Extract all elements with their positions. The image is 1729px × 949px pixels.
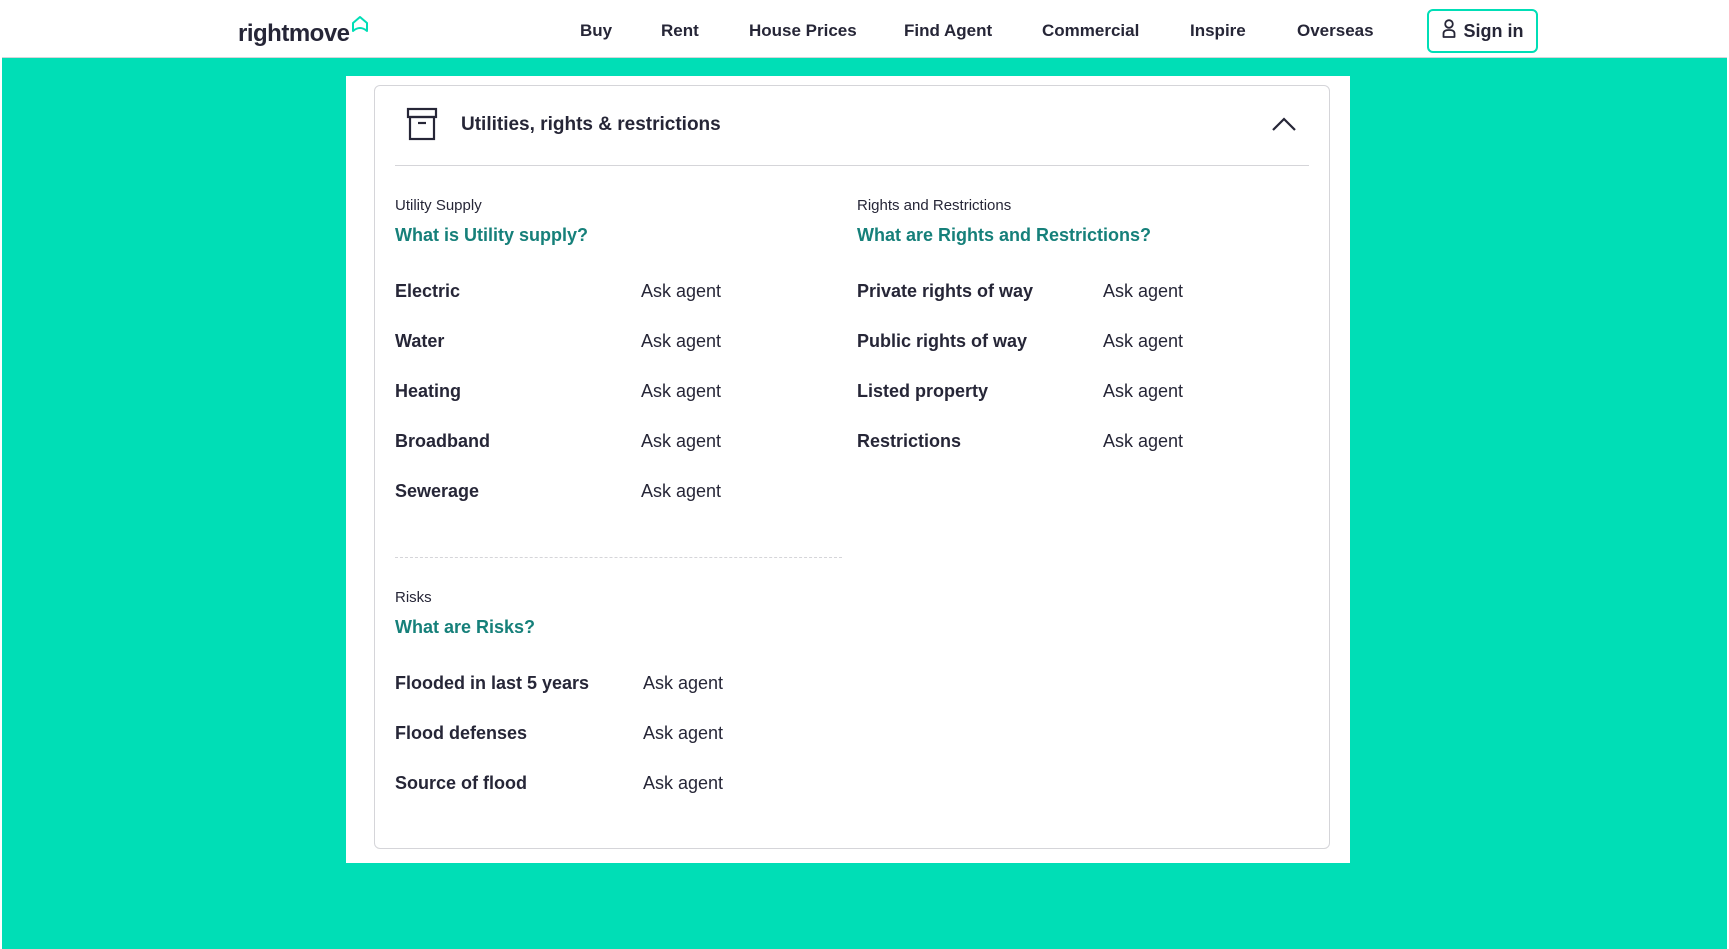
row-key-listed-property: Listed property <box>857 381 989 401</box>
row-value-private-rights: Ask agent <box>1103 281 1184 301</box>
row-value-flooded: Ask agent <box>643 673 724 693</box>
nav-inspire[interactable]: Inspire <box>1190 21 1246 41</box>
utility-supply-help-link[interactable]: What is Utility supply? <box>395 225 588 246</box>
nav-commercial[interactable]: Commercial <box>1042 21 1139 41</box>
row-value-listed-property: Ask agent <box>1103 381 1184 401</box>
row-key-source-of-flood: Source of flood <box>395 773 527 793</box>
row-key-restrictions: Restrictions <box>857 431 962 451</box>
row-key-flooded: Flooded in last 5 years <box>395 673 590 693</box>
risks-label: Risks <box>395 589 432 606</box>
accordion-title: Utilities, rights & restrictions <box>461 114 721 135</box>
rights-restrictions-help-link[interactable]: What are Rights and Restrictions? <box>857 225 1151 246</box>
nav-overseas[interactable]: Overseas <box>1297 21 1374 41</box>
row-key-public-rights: Public rights of way <box>857 331 1028 351</box>
sign-in-label: Sign in <box>1463 20 1524 41</box>
utilities-accordion: Utilities, rights & restrictions Utility… <box>374 85 1330 849</box>
row-value-public-rights: Ask agent <box>1103 331 1184 351</box>
accordion-header[interactable]: Utilities, rights & restrictions <box>375 86 1329 166</box>
chevron-up-icon[interactable] <box>1271 116 1297 137</box>
row-value-source-of-flood: Ask agent <box>643 773 724 793</box>
content-panel: Utilities, rights & restrictions Utility… <box>346 76 1350 863</box>
header-divider <box>395 165 1309 166</box>
nav-rent[interactable]: Rent <box>661 21 699 41</box>
user-icon <box>1442 18 1456 44</box>
nav-house-prices[interactable]: House Prices <box>749 21 857 41</box>
section-divider <box>395 557 842 558</box>
nav-buy[interactable]: Buy <box>580 21 612 41</box>
row-key-flood-defenses: Flood defenses <box>395 723 528 743</box>
page-background: rightmove Buy Rent House Prices Find Age… <box>2 2 1727 949</box>
row-key-broadband: Broadband <box>395 431 491 451</box>
row-value-flood-defenses: Ask agent <box>643 723 724 743</box>
row-value-restrictions: Ask agent <box>1103 431 1184 451</box>
row-value-broadband: Ask agent <box>641 431 722 451</box>
row-value-water: Ask agent <box>641 331 722 351</box>
archive-box-icon <box>406 107 438 146</box>
row-key-private-rights: Private rights of way <box>857 281 1034 301</box>
row-key-water: Water <box>395 331 445 351</box>
row-value-heating: Ask agent <box>641 381 722 401</box>
row-key-electric: Electric <box>395 281 461 301</box>
nav-find-agent[interactable]: Find Agent <box>904 21 992 41</box>
rights-restrictions-label: Rights and Restrictions <box>857 197 1012 214</box>
row-key-sewerage: Sewerage <box>395 481 480 501</box>
risks-help-link[interactable]: What are Risks? <box>395 617 535 638</box>
row-key-heating: Heating <box>395 381 462 401</box>
sign-in-button[interactable]: Sign in <box>1427 9 1538 53</box>
row-value-sewerage: Ask agent <box>641 481 722 501</box>
row-value-electric: Ask agent <box>641 281 722 301</box>
utility-supply-label: Utility Supply <box>395 197 482 214</box>
site-header: rightmove Buy Rent House Prices Find Age… <box>2 2 1727 58</box>
